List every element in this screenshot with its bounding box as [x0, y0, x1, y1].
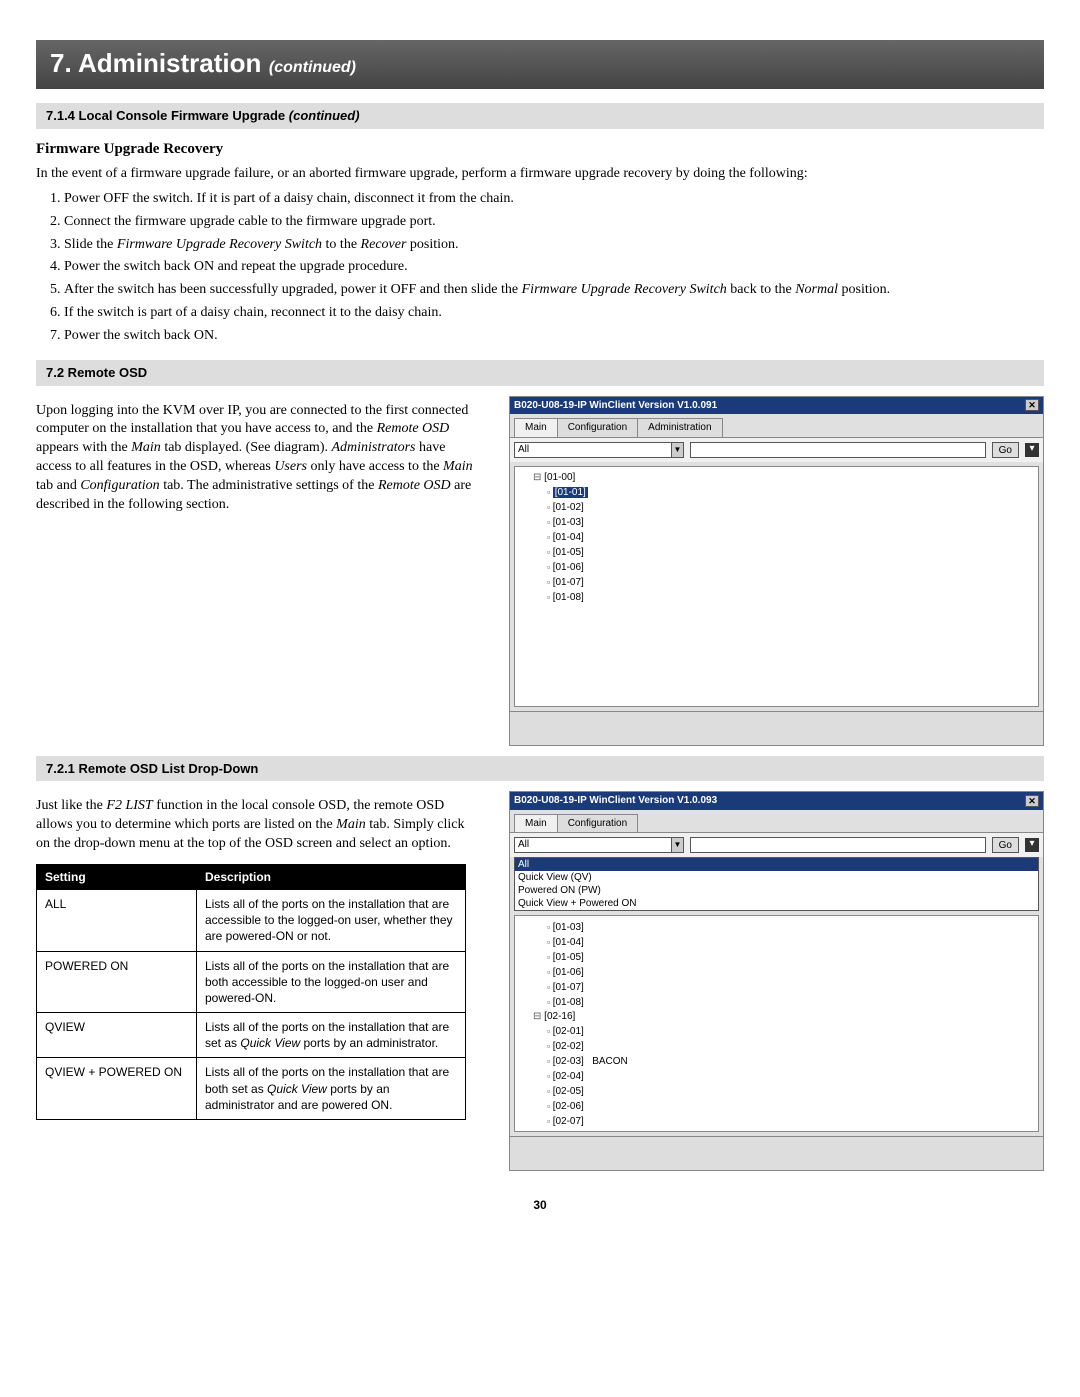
window-title: B020-U08-19-IP WinClient Version V1.0.09…: [514, 794, 717, 808]
table-row: ALL Lists all of the ports on the instal…: [37, 889, 466, 951]
recovery-steps: Power OFF the switch. If it is part of a…: [36, 190, 1044, 346]
tree-leaf[interactable]: [01-01]: [547, 485, 1034, 500]
settings-table: Setting Description ALL Lists all of the…: [36, 864, 466, 1120]
filter-value: All: [518, 838, 529, 852]
table-row: POWERED ON Lists all of the ports on the…: [37, 951, 466, 1013]
tab-administration[interactable]: Administration: [637, 418, 722, 437]
filter-option[interactable]: Quick View + Powered ON: [515, 897, 1038, 910]
chevron-down-icon: ▼: [671, 443, 683, 457]
tree-leaf[interactable]: [02-05]: [547, 1084, 1034, 1099]
tree-leaf[interactable]: [01-06]: [547, 560, 1034, 575]
tree-leaf[interactable]: [01-07]: [547, 575, 1034, 590]
recovery-step-5: After the switch has been successfully u…: [64, 281, 1044, 300]
tree-leaf[interactable]: [02-03] BACON: [547, 1054, 1034, 1069]
tree-leaf[interactable]: [01-04]: [547, 935, 1034, 950]
section-7-2-1-bar: 7.2.1 Remote OSD List Drop-Down: [36, 756, 1044, 782]
tree-leaf[interactable]: [02-06]: [547, 1099, 1034, 1114]
close-icon[interactable]: ✕: [1025, 399, 1039, 411]
status-bar: [510, 711, 1043, 745]
tree-leaf[interactable]: [02-08]: [547, 1129, 1034, 1132]
list-dropdown-paragraph: Just like the F2 LIST function in the lo…: [36, 797, 481, 854]
tree-leaf[interactable]: [01-03]: [547, 515, 1034, 530]
tree-leaf[interactable]: [01-05]: [547, 950, 1034, 965]
window-titlebar: B020-U08-19-IP WinClient Version V1.0.09…: [510, 397, 1043, 415]
section-7-1-4-title: 7.1.4 Local Console Firmware Upgrade: [46, 108, 285, 123]
menu-icon[interactable]: ▾: [1025, 838, 1039, 852]
chapter-heading: 7. Administration (continued): [36, 40, 1044, 89]
tree-leaf[interactable]: [01-05]: [547, 545, 1034, 560]
remote-osd-paragraph: Upon logging into the KVM over IP, you a…: [36, 402, 481, 515]
tree-leaf[interactable]: [01-06]: [547, 965, 1034, 980]
filter-option[interactable]: Quick View (QV): [515, 871, 1038, 884]
filter-option[interactable]: Powered ON (PW): [515, 884, 1038, 897]
status-bar: [510, 1136, 1043, 1170]
col-description: Description: [197, 864, 466, 889]
firmware-recovery-intro: In the event of a firmware upgrade failu…: [36, 165, 1044, 184]
filter-toolbar: All ▼ Go ▾: [510, 437, 1043, 462]
recovery-step-2: Connect the firmware upgrade cable to th…: [64, 213, 1044, 232]
tree-leaf[interactable]: [01-04]: [547, 530, 1034, 545]
chapter-continued: (continued): [269, 59, 356, 76]
tree-leaf[interactable]: [01-03]: [547, 920, 1034, 935]
go-button[interactable]: Go: [992, 837, 1019, 853]
tab-strip: Main Configuration Administration: [510, 414, 1043, 437]
filter-dropdown[interactable]: All ▼: [514, 837, 684, 853]
tree-leaf[interactable]: [02-07]: [547, 1114, 1034, 1129]
osd-screenshot-1: B020-U08-19-IP WinClient Version V1.0.09…: [509, 396, 1044, 746]
tab-strip: Main Configuration: [510, 810, 1043, 833]
menu-icon[interactable]: ▾: [1025, 443, 1039, 457]
tab-main[interactable]: Main: [514, 814, 558, 833]
recovery-step-6: If the switch is part of a daisy chain, …: [64, 304, 1044, 323]
recovery-step-4: Power the switch back ON and repeat the …: [64, 258, 1044, 277]
tree-root[interactable]: [02-16] [02-01] [02-02] [02-03] BACON [0…: [533, 1010, 1034, 1132]
tree-leaf[interactable]: [02-04]: [547, 1069, 1034, 1084]
tree-leaf[interactable]: [01-08]: [547, 995, 1034, 1010]
section-7-2-bar: 7.2 Remote OSD: [36, 360, 1044, 386]
recovery-step-1: Power OFF the switch. If it is part of a…: [64, 190, 1044, 209]
tree-leaf[interactable]: [02-01]: [547, 1024, 1034, 1039]
close-icon[interactable]: ✕: [1025, 795, 1039, 807]
port-tree: [01-03] [01-04] [01-05] [01-06] [01-07] …: [514, 915, 1039, 1132]
page-number: 30: [36, 1197, 1044, 1213]
port-tree: [01-00] [01-01] [01-02] [01-03] [01-04] …: [514, 466, 1039, 707]
go-button[interactable]: Go: [992, 442, 1019, 458]
filter-dropdown[interactable]: All ▼: [514, 442, 684, 458]
filter-toolbar: All ▼ Go ▾: [510, 832, 1043, 857]
window-titlebar: B020-U08-19-IP WinClient Version V1.0.09…: [510, 792, 1043, 810]
tree-leaf[interactable]: [01-07]: [547, 980, 1034, 995]
tree-root[interactable]: [01-00] [01-01] [01-02] [01-03] [01-04] …: [533, 471, 1034, 605]
chevron-down-icon: ▼: [671, 838, 683, 852]
search-input[interactable]: [690, 837, 986, 853]
chapter-title: 7. Administration: [50, 48, 261, 78]
search-input[interactable]: [690, 442, 986, 458]
tab-configuration[interactable]: Configuration: [557, 814, 638, 833]
tab-main[interactable]: Main: [514, 418, 558, 437]
section-7-1-4-bar: 7.1.4 Local Console Firmware Upgrade (co…: [36, 103, 1044, 129]
tree-leaf[interactable]: [01-08]: [547, 590, 1034, 605]
osd-screenshot-2: B020-U08-19-IP WinClient Version V1.0.09…: [509, 791, 1044, 1171]
tab-configuration[interactable]: Configuration: [557, 418, 638, 437]
tree-leaf[interactable]: [02-02]: [547, 1039, 1034, 1054]
table-row: QVIEW Lists all of the ports on the inst…: [37, 1013, 466, 1058]
table-row: QVIEW + POWERED ON Lists all of the port…: [37, 1058, 466, 1120]
filter-value: All: [518, 443, 529, 457]
tree-leaf[interactable]: [01-02]: [547, 500, 1034, 515]
recovery-step-7: Power the switch back ON.: [64, 327, 1044, 346]
filter-options-list[interactable]: All Quick View (QV) Powered ON (PW) Quic…: [514, 857, 1039, 911]
filter-option[interactable]: All: [515, 858, 1038, 871]
firmware-recovery-heading: Firmware Upgrade Recovery: [36, 139, 1044, 159]
col-setting: Setting: [37, 864, 197, 889]
recovery-step-3: Slide the Firmware Upgrade Recovery Swit…: [64, 236, 1044, 255]
section-7-1-4-continued: (continued): [289, 108, 360, 123]
table-header-row: Setting Description: [37, 864, 466, 889]
window-title: B020-U08-19-IP WinClient Version V1.0.09…: [514, 399, 717, 413]
